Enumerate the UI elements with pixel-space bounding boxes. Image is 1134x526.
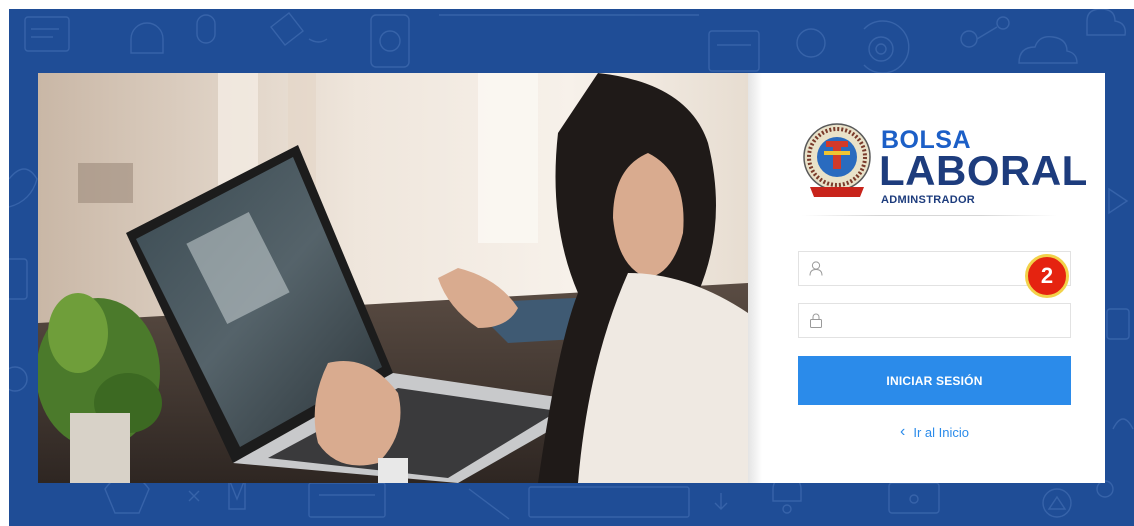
hero-photo bbox=[38, 73, 748, 483]
lock-icon bbox=[810, 313, 822, 328]
go-home-link[interactable]: ‹ Ir al Inicio bbox=[798, 423, 1071, 441]
login-button[interactable]: INICIAR SESIÓN bbox=[798, 356, 1071, 405]
brand-line-2: LABORAL bbox=[879, 147, 1088, 194]
chevron-left-icon: ‹ bbox=[900, 423, 906, 440]
bolsa-laboral-logo: BOLSA LABORAL ADMINSTRADOR bbox=[802, 121, 1087, 211]
logo-underline bbox=[802, 215, 1057, 216]
panel-divider bbox=[748, 73, 762, 483]
step-number-badge: 2 bbox=[1025, 254, 1069, 298]
login-page: BOLSA LABORAL ADMINSTRADOR INICIAR SESIÓ… bbox=[9, 9, 1134, 526]
password-input[interactable] bbox=[833, 304, 1068, 337]
go-home-label: Ir al Inicio bbox=[913, 424, 969, 440]
institution-seal-icon bbox=[803, 123, 871, 197]
user-icon bbox=[809, 261, 823, 276]
password-field[interactable] bbox=[798, 303, 1071, 338]
brand-subtitle: ADMINSTRADOR bbox=[881, 194, 976, 206]
login-card: BOLSA LABORAL ADMINSTRADOR INICIAR SESIÓ… bbox=[38, 73, 1105, 483]
